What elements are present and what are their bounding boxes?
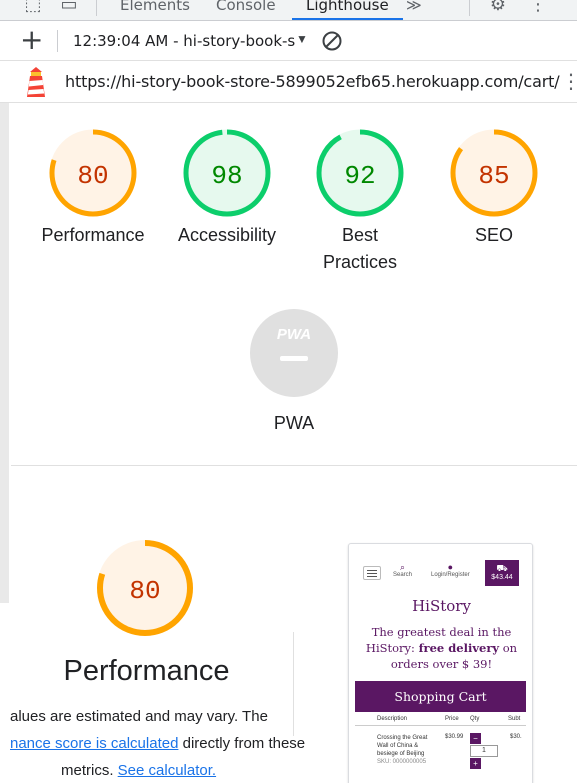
- devtools-tab-strip: ⬚ ▭ Elements Console Lighthouse ≫ ⚙ ⋮: [0, 0, 577, 21]
- cart-item-title: Crossing the Great Wall of China & besie…: [377, 734, 437, 766]
- gauge-label: PWA: [273, 413, 315, 433]
- toolbar-divider: [57, 30, 58, 52]
- description-line: alues are estimated and may vary. The: [10, 708, 268, 725]
- gauge-seo[interactable]: 85 SEO: [429, 128, 559, 249]
- section-vertical-divider: [293, 632, 294, 736]
- tab-lighthouse[interactable]: Lighthouse: [306, 0, 389, 15]
- table-divider: [355, 725, 526, 726]
- performance-gauge-dial: 80: [49, 129, 137, 217]
- best-practices-gauge-dial: 92: [316, 129, 404, 217]
- more-vert-icon[interactable]: ⋮: [527, 0, 549, 16]
- report-url-bar: https://hi-story-book-store-5899052efb65…: [0, 61, 577, 103]
- device-toolbar-icon[interactable]: ▭: [58, 0, 80, 16]
- gauge-score: 98: [211, 161, 242, 191]
- score-calculation-link[interactable]: nance score is calculated: [10, 735, 178, 752]
- report-dropdown-icon[interactable]: ▼: [296, 32, 308, 46]
- performance-large-gauge: 80: [97, 540, 193, 636]
- gauge-label: SEO: [474, 225, 513, 245]
- report-menu-button[interactable]: ⋮: [561, 69, 577, 95]
- qty-increment: +: [470, 758, 481, 769]
- more-tabs-button[interactable]: ≫: [406, 0, 422, 15]
- performance-section-title: Performance: [63, 655, 230, 687]
- clear-icon[interactable]: [321, 30, 343, 52]
- gauge-score: 80: [77, 161, 108, 191]
- gauge-label: Best Practices: [322, 225, 398, 272]
- col-price: Price: [445, 716, 459, 722]
- section-divider: [11, 465, 577, 466]
- site-login-item: ● Login/Register: [431, 562, 470, 578]
- site-cart-total: $43.44: [491, 574, 513, 581]
- new-report-button[interactable]: +: [20, 24, 43, 56]
- cart-item-subtotal: $30.: [510, 734, 522, 740]
- pwa-badge-icon: PWA: [250, 309, 338, 397]
- hamburger-icon: [363, 566, 381, 580]
- inspect-element-icon[interactable]: ⬚: [22, 0, 44, 16]
- tab-elements[interactable]: Elements: [120, 0, 190, 15]
- qty-input: 1: [470, 745, 498, 757]
- cart-item-name: Crossing the Great Wall of China & besie…: [377, 735, 428, 757]
- final-screenshot-thumbnail[interactable]: ⌕ Search ● Login/Register ⛟ $43.44 HiStory …: [348, 543, 533, 783]
- report-url[interactable]: https://hi-story-book-store-5899052efb65…: [65, 72, 560, 91]
- gauge-best-practices[interactable]: 92 Best Practices: [295, 128, 425, 276]
- performance-large-score: 80: [129, 576, 160, 606]
- site-login-label: Login/Register: [431, 572, 470, 578]
- gauge-label: Performance: [41, 225, 145, 245]
- tab-divider: [96, 0, 97, 16]
- see-calculator-link[interactable]: See calculator.: [118, 762, 216, 779]
- site-search-item: ⌕ Search: [393, 562, 412, 578]
- tagline-bold: free delivery: [418, 641, 500, 655]
- gauge-score: 92: [344, 161, 375, 191]
- description-line: metrics. See calculator.: [61, 757, 216, 783]
- cart-banner: Shopping Cart: [355, 681, 526, 712]
- accessibility-gauge-dial: 98: [183, 129, 271, 217]
- gauge-accessibility[interactable]: 98 Accessibility: [162, 128, 292, 249]
- site-cart-button: ⛟ $43.44: [485, 560, 519, 586]
- seo-gauge-dial: 85: [450, 129, 538, 217]
- gauge-performance[interactable]: 80 Performance: [28, 128, 158, 249]
- gauge-label: Accessibility: [177, 225, 277, 245]
- cart-item-sku: SKU: 0000000005: [377, 759, 427, 765]
- description-line: nance score is calculated directly from …: [10, 730, 305, 757]
- user-icon: ●: [447, 562, 454, 572]
- tab-console[interactable]: Console: [216, 0, 276, 15]
- lighthouse-logo-icon: [27, 67, 45, 97]
- description-text: directly from these: [178, 735, 306, 752]
- pwa-badge-text: PWA: [277, 326, 311, 343]
- active-tab-indicator: [292, 18, 403, 20]
- gear-icon[interactable]: ⚙: [487, 0, 509, 16]
- site-tagline: The greatest deal in the HiStory: free d…: [359, 624, 524, 672]
- site-brand: HiStory: [412, 597, 471, 615]
- gauge-score: 85: [478, 161, 509, 191]
- scrollbar-track[interactable]: [0, 103, 9, 603]
- qty-decrement: −: [470, 733, 481, 744]
- gauge-pwa[interactable]: PWA PWA: [229, 308, 359, 437]
- tab-divider: [469, 0, 470, 16]
- site-navbar: ⌕ Search ● Login/Register ⛟ $43.44: [349, 558, 532, 588]
- col-qty: Qty: [470, 716, 480, 722]
- description-text: metrics.: [61, 762, 118, 779]
- col-subtotal: Subt: [508, 716, 521, 722]
- col-description: Description: [377, 716, 408, 722]
- site-search-label: Search: [393, 572, 413, 578]
- cart-icon: ⛟: [496, 563, 508, 573]
- cart-item-price: $30.99: [445, 734, 464, 740]
- search-icon: ⌕: [399, 562, 406, 572]
- report-selector[interactable]: 12:39:04 AM - hi-story-book-s: [73, 32, 295, 50]
- lighthouse-toolbar: + 12:39:04 AM - hi-story-book-s ▼: [0, 21, 577, 61]
